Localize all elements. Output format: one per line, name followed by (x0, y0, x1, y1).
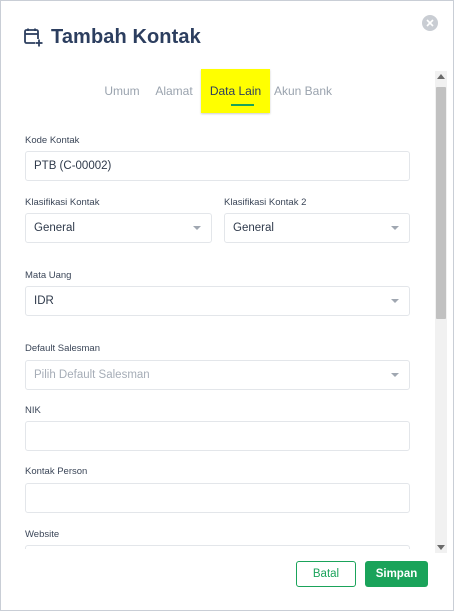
kontak-person-label: Kontak Person (25, 466, 88, 477)
klasifikasi-kontak-2-value: General (233, 222, 274, 234)
tab-akun-bank[interactable]: Akun Bank (273, 69, 333, 113)
dialog: Tambah Kontak Umum Alamat Data Lain Akun… (0, 0, 454, 611)
chevron-down-icon (391, 226, 399, 230)
cancel-button[interactable]: Batal (296, 561, 356, 587)
website-label: Website (25, 529, 60, 540)
default-salesman-select[interactable]: Pilih Default Salesman (25, 360, 410, 390)
klasifikasi-kontak-2-select[interactable]: General (224, 213, 410, 243)
nik-label: NIK (25, 405, 41, 416)
close-icon (426, 19, 434, 27)
form-body: Kode Kontak PTB (C-00002) Klasifikasi Ko… (1, 121, 433, 549)
dialog-title: Tambah Kontak (51, 25, 201, 48)
chevron-down-icon (391, 373, 399, 377)
close-button[interactable] (422, 15, 438, 31)
klasifikasi-kontak-value: General (34, 222, 75, 234)
scrollbar-thumb[interactable] (436, 87, 446, 319)
mata-uang-label: Mata Uang (25, 270, 72, 281)
default-salesman-placeholder: Pilih Default Salesman (34, 369, 150, 381)
default-salesman-label: Default Salesman (25, 343, 100, 354)
tab-umum[interactable]: Umum (101, 69, 143, 113)
kontak-person-input[interactable] (25, 483, 410, 513)
mata-uang-select[interactable]: IDR (25, 286, 410, 316)
chevron-down-icon (193, 226, 201, 230)
kode-kontak-label: Kode Kontak (25, 135, 80, 146)
website-input[interactable] (25, 545, 410, 549)
tab-bar: Umum Alamat Data Lain Akun Bank (1, 69, 453, 113)
klasifikasi-kontak-select[interactable]: General (25, 213, 212, 243)
kode-kontak-input[interactable]: PTB (C-00002) (25, 151, 410, 181)
klasifikasi-kontak-label: Klasifikasi Kontak (25, 197, 100, 208)
dialog-header: Tambah Kontak (23, 25, 201, 49)
save-button[interactable]: Simpan (365, 561, 428, 587)
mata-uang-value: IDR (34, 295, 54, 307)
add-contact-icon (24, 28, 43, 47)
chevron-down-icon (391, 299, 399, 303)
scroll-up-arrow-icon[interactable] (437, 74, 445, 79)
scroll-down-arrow-icon[interactable] (437, 545, 445, 550)
tab-data-lain[interactable]: Data Lain (201, 69, 270, 113)
tab-alamat[interactable]: Alamat (151, 69, 197, 113)
nik-input[interactable] (25, 421, 410, 451)
klasifikasi-kontak-2-label: Klasifikasi Kontak 2 (224, 197, 307, 208)
scrollbar[interactable] (435, 71, 447, 553)
